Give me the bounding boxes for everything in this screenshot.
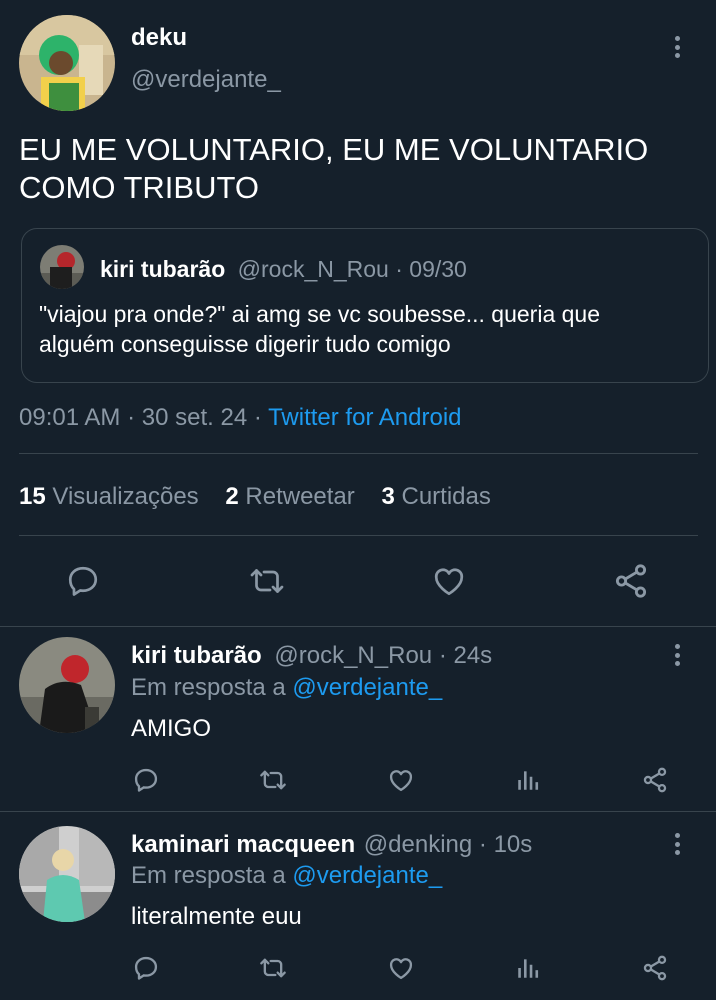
share-icon[interactable]	[641, 766, 669, 794]
retweet-icon[interactable]	[247, 563, 287, 599]
reply-author-avatar[interactable]	[19, 826, 115, 922]
reply-author-name[interactable]: kiri tubarão	[131, 642, 262, 669]
main-author-name[interactable]: deku	[131, 24, 187, 52]
tweet-date[interactable]: 30 set. 24	[142, 404, 247, 431]
reply-icon[interactable]	[132, 766, 160, 794]
quoted-tweet-card[interactable]: kiri tubarão @rock_N_Rou · 09/30 "viajou…	[21, 228, 709, 383]
views-icon[interactable]	[515, 767, 541, 793]
reply-separator: ·	[478, 831, 487, 858]
reply-author-handle[interactable]: @rock_N_Rou	[274, 642, 432, 669]
tweet-source-link[interactable]: Twitter for Android	[268, 404, 461, 431]
reply-time: 24s	[453, 642, 493, 669]
main-author-avatar[interactable]	[19, 15, 115, 111]
quoted-header: kiri tubarão @rock_N_Rou · 09/30	[100, 255, 467, 283]
retweets-stat[interactable]: 2 Retweetar	[225, 483, 354, 510]
divider	[0, 626, 716, 627]
tweet-time[interactable]: 09:01 AM	[19, 404, 120, 431]
reply-context: Em resposta a @verdejante_	[131, 674, 442, 702]
tweet-meta: 09:01 AM · 30 set. 24 · Twitter for Andr…	[19, 404, 462, 432]
meta-separator-1: ·	[127, 404, 136, 431]
like-icon[interactable]	[430, 563, 468, 599]
views-icon[interactable]	[515, 955, 541, 981]
quoted-author-handle: @rock_N_Rou	[237, 256, 389, 282]
reply-header: kaminari macqueen @denking · 10s	[131, 831, 532, 859]
retweet-icon[interactable]	[257, 954, 289, 982]
reply-author-handle[interactable]: @denking	[364, 831, 472, 858]
likes-stat[interactable]: 3 Curtidas	[381, 483, 490, 510]
quoted-separator: ·	[395, 256, 403, 282]
share-icon[interactable]	[641, 954, 669, 982]
reply-context-prefix: Em resposta a	[131, 862, 286, 889]
tweet-text-line-1: EU ME VOLUNTARIO, EU ME VOLUNTARIO	[19, 132, 649, 167]
main-author-handle[interactable]: @verdejante_	[131, 66, 281, 94]
more-options-icon[interactable]	[673, 36, 681, 58]
meta-separator-2: ·	[253, 404, 262, 431]
tweet-text-line-2: COMO TRIBUTO	[19, 170, 259, 205]
reply-context: Em resposta a @verdejante_	[131, 862, 442, 890]
reply-context-prefix: Em resposta a	[131, 674, 286, 701]
reply-separator: ·	[438, 642, 447, 669]
like-icon[interactable]	[386, 766, 416, 794]
reply-author-name[interactable]: kaminari macqueen	[131, 831, 355, 858]
quoted-author-name: kiri tubarão	[100, 256, 226, 282]
reply-text: AMIGO	[131, 715, 212, 742]
reply-time: 10s	[493, 831, 533, 858]
quoted-text-line-1: "viajou pra onde?" ai amg se vc soubesse…	[39, 301, 601, 327]
more-options-icon[interactable]	[673, 833, 681, 855]
share-icon[interactable]	[612, 562, 650, 600]
divider	[19, 453, 698, 454]
reply-to-link[interactable]: @verdejante_	[292, 862, 442, 889]
reply-icon[interactable]	[132, 954, 160, 982]
retweet-icon[interactable]	[257, 766, 289, 794]
quoted-author-avatar	[40, 245, 84, 289]
divider	[0, 811, 716, 812]
reply-header: kiri tubarão @rock_N_Rou · 24s	[131, 642, 492, 670]
quoted-date: 09/30	[409, 256, 467, 282]
quoted-text-line-2: alguém conseguisse digerir tudo comigo	[39, 331, 451, 357]
tweet-text: EU ME VOLUNTARIO, EU ME VOLUNTARIO COMO …	[19, 131, 648, 207]
like-icon[interactable]	[386, 954, 416, 982]
more-options-icon[interactable]	[673, 644, 681, 666]
reply-to-link[interactable]: @verdejante_	[292, 674, 442, 701]
reply-icon[interactable]	[65, 563, 101, 599]
reply-text: literalmente euu	[131, 903, 302, 930]
reply-author-avatar[interactable]	[19, 637, 115, 733]
divider	[19, 535, 698, 536]
tweet-stats: 15 Visualizações 2 Retweetar 3 Curtidas	[19, 483, 491, 511]
quoted-text: "viajou pra onde?" ai amg se vc soubesse…	[39, 299, 600, 359]
views-stat[interactable]: 15 Visualizações	[19, 483, 199, 510]
